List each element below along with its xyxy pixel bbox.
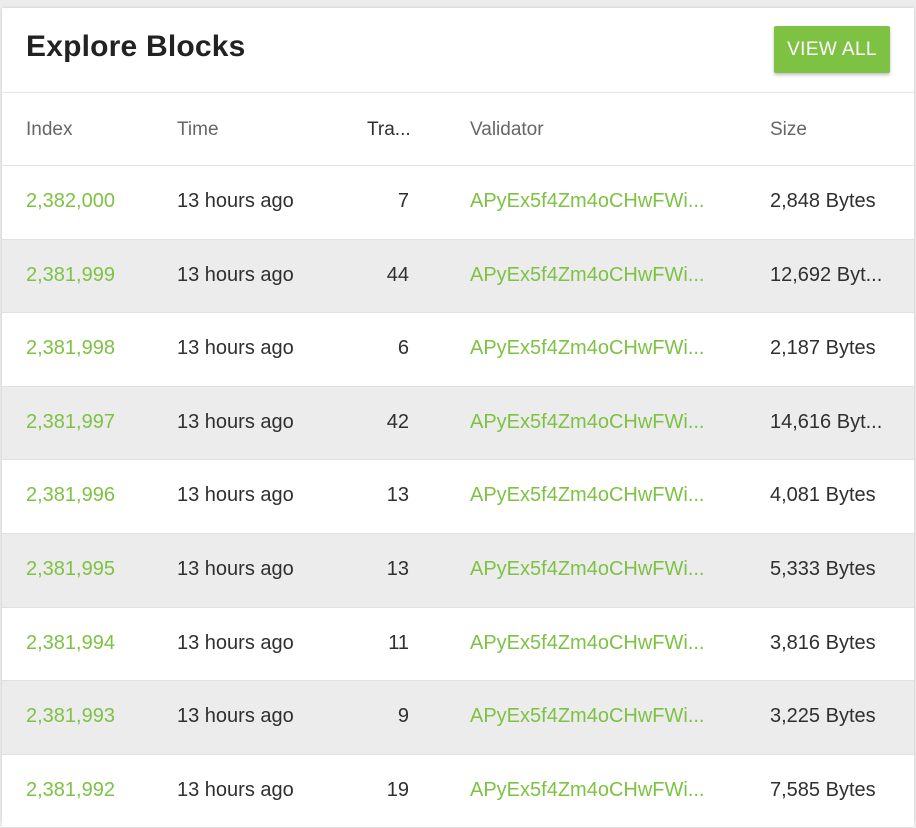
block-transactions: 7: [397, 190, 409, 212]
block-size: 14,616 Byt...: [770, 410, 883, 433]
column-header-index[interactable]: Index: [26, 119, 156, 141]
validator-link[interactable]: APyEx5f4Zm4oCHwFWi...: [470, 190, 710, 213]
table-row: 2,382,000 13 hours ago 7 APyEx5f4Zm4oCHw…: [2, 166, 914, 240]
table-row: 2,381,999 13 hours ago 44 APyEx5f4Zm4oCH…: [2, 239, 914, 314]
block-transactions: 19: [386, 778, 409, 801]
column-header-transactions[interactable]: Tra...: [367, 119, 412, 141]
card-header: Explore Blocks VIEW ALL: [2, 8, 914, 93]
table-row: 2,381,996 13 hours ago 13 APyEx5f4Zm4oCH…: [2, 460, 914, 534]
block-size: 3,816 Bytes: [770, 631, 876, 654]
table-row: 2,381,997 13 hours ago 42 APyEx5f4Zm4oCH…: [2, 386, 914, 461]
block-index-link[interactable]: 2,381,996: [26, 484, 156, 507]
block-size: 7,585 Bytes: [770, 778, 876, 801]
block-transactions: 9: [397, 705, 409, 728]
block-transactions: 13: [386, 484, 409, 507]
block-size: 4,081 Bytes: [770, 484, 876, 507]
column-header-validator[interactable]: Validator: [470, 119, 710, 141]
block-index-link[interactable]: 2,381,998: [26, 337, 156, 360]
validator-link[interactable]: APyEx5f4Zm4oCHwFWi...: [470, 411, 710, 434]
block-index-link[interactable]: 2,382,000: [26, 190, 156, 213]
block-time: 13 hours ago: [177, 778, 294, 801]
block-size: 2,187 Bytes: [770, 337, 876, 360]
table-row: 2,381,994 13 hours ago 11 APyEx5f4Zm4oCH…: [2, 607, 914, 682]
block-time: 13 hours ago: [177, 484, 294, 507]
table-row: 2,381,998 13 hours ago 6 APyEx5f4Zm4oCHw…: [2, 313, 914, 387]
validator-link[interactable]: APyEx5f4Zm4oCHwFWi...: [470, 264, 710, 287]
validator-link[interactable]: APyEx5f4Zm4oCHwFWi...: [470, 558, 710, 581]
validator-link[interactable]: APyEx5f4Zm4oCHwFWi...: [470, 632, 710, 655]
block-time: 13 hours ago: [177, 190, 294, 212]
block-size: 5,333 Bytes: [770, 557, 876, 580]
block-index-link[interactable]: 2,381,992: [26, 779, 156, 802]
block-index-link[interactable]: 2,381,994: [26, 632, 156, 655]
block-transactions: 6: [397, 337, 409, 360]
validator-link[interactable]: APyEx5f4Zm4oCHwFWi...: [470, 337, 710, 360]
block-size: 3,225 Bytes: [770, 705, 876, 728]
block-time: 13 hours ago: [177, 557, 294, 580]
validator-link[interactable]: APyEx5f4Zm4oCHwFWi...: [470, 484, 710, 507]
block-time: 13 hours ago: [177, 631, 294, 654]
block-index-link[interactable]: 2,381,993: [26, 705, 156, 728]
block-time: 13 hours ago: [177, 337, 294, 360]
blocks-table: Index Time Tra... Validator Size 2,382,0…: [2, 93, 914, 828]
table-header-row: Index Time Tra... Validator Size: [2, 93, 914, 166]
block-index-link[interactable]: 2,381,999: [26, 264, 156, 287]
table-row: 2,381,995 13 hours ago 13 APyEx5f4Zm4oCH…: [2, 533, 914, 608]
block-transactions: 42: [386, 410, 409, 433]
block-size: 2,848 Bytes: [770, 190, 876, 212]
explore-blocks-card: Explore Blocks VIEW ALL Index Time Tra..…: [2, 8, 914, 828]
block-transactions: 44: [386, 263, 409, 286]
block-index-link[interactable]: 2,381,997: [26, 411, 156, 434]
block-size: 12,692 Byt...: [770, 263, 883, 286]
column-header-time[interactable]: Time: [177, 119, 347, 141]
block-transactions: 13: [386, 557, 409, 580]
table-row: 2,381,992 13 hours ago 19 APyEx5f4Zm4oCH…: [2, 754, 914, 828]
block-time: 13 hours ago: [177, 263, 294, 286]
page-title: Explore Blocks: [26, 30, 246, 63]
block-transactions: 11: [388, 631, 409, 654]
table-row: 2,381,993 13 hours ago 9 APyEx5f4Zm4oCHw…: [2, 681, 914, 755]
block-time: 13 hours ago: [177, 410, 294, 433]
column-header-size[interactable]: Size: [770, 119, 884, 141]
validator-link[interactable]: APyEx5f4Zm4oCHwFWi...: [470, 705, 710, 728]
block-time: 13 hours ago: [177, 705, 294, 728]
block-index-link[interactable]: 2,381,995: [26, 558, 156, 581]
view-all-button[interactable]: VIEW ALL: [774, 26, 890, 73]
validator-link[interactable]: APyEx5f4Zm4oCHwFWi...: [470, 779, 710, 802]
